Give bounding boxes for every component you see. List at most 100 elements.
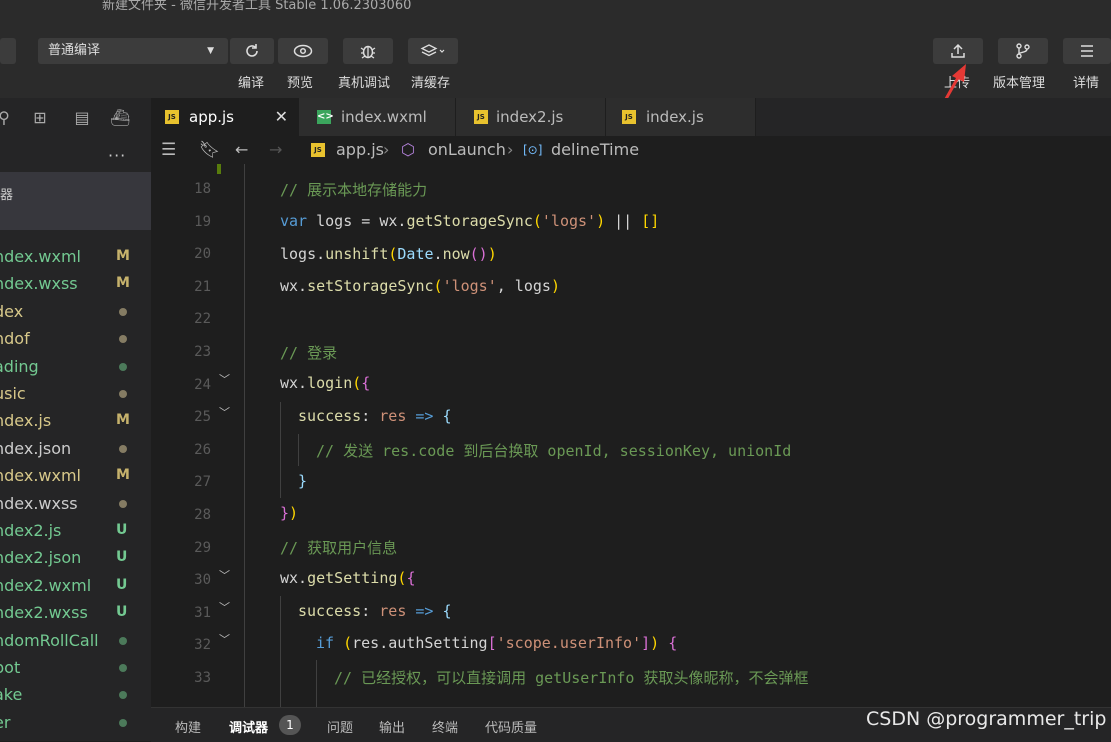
git-status-dot [119, 335, 127, 344]
file-tree-item[interactable]: ndex.wxss [0, 490, 151, 517]
forward-arrow-icon[interactable]: → [269, 136, 282, 164]
file-tree-item[interactable]: ndomRollCall [0, 627, 151, 654]
line-number: 31 [194, 604, 211, 621]
docker-icon[interactable]: ⛴ [110, 108, 130, 128]
clear-cache-button[interactable] [408, 38, 458, 64]
layers-icon [420, 44, 445, 57]
tab-issues[interactable]: 问题 [327, 717, 353, 736]
section-label: 器 [0, 188, 14, 203]
version-button[interactable] [998, 38, 1048, 64]
tab-build[interactable]: 构建 [175, 717, 201, 736]
git-status-badge: U [116, 549, 128, 566]
cube-icon: ⬡ [401, 140, 415, 159]
tab-debugger[interactable]: 调试器 [229, 717, 268, 736]
line-number: 33 [194, 670, 211, 686]
file-name: ndex.wxss [0, 493, 78, 513]
tab-terminal[interactable]: 终端 [432, 717, 458, 736]
file-tree-item[interactable]: ndex.json [0, 435, 151, 462]
refresh-icon [246, 44, 258, 57]
git-status-dot [119, 636, 127, 645]
indent-guide [280, 402, 281, 498]
git-status-badge: M [116, 412, 130, 429]
tab-index-js[interactable]: JS index.js [606, 98, 756, 136]
chevron-right-icon: › [383, 140, 390, 159]
file-tree-item[interactable]: ndex2.js U [0, 517, 151, 544]
file-tree-item[interactable]: ndex.js M [0, 407, 151, 434]
file-tree-item[interactable]: bot [0, 654, 151, 681]
fold-chevron-icon[interactable]: ﹀ [219, 567, 230, 583]
breadcrumb-file[interactable]: app.js [336, 136, 384, 164]
js-file-icon: JS [622, 110, 636, 124]
file-tree-item[interactable]: ndex2.json U [0, 544, 151, 571]
line-number: 28 [194, 507, 211, 523]
fold-chevron-icon[interactable]: ﹀ [219, 631, 230, 647]
save-icon[interactable]: ▤ [72, 108, 92, 128]
details-button[interactable] [1063, 38, 1111, 64]
line-number: 21 [194, 278, 211, 295]
file-name: ndex2.wxml [0, 575, 92, 595]
grid-icon[interactable]: ⊞ [30, 108, 50, 128]
upload-button[interactable] [933, 38, 983, 64]
js-file-icon: JS [165, 110, 179, 124]
eye-icon [293, 44, 313, 58]
git-status-dot [119, 664, 127, 672]
fold-chevron-icon[interactable]: ﹀ [219, 371, 230, 387]
real-debug-button[interactable] [343, 38, 393, 64]
search-icon[interactable]: ⚲ [0, 108, 14, 128]
git-status-dot [119, 390, 127, 398]
git-status-badge: M [116, 275, 130, 292]
tab-code-quality[interactable]: 代码质量 [485, 717, 537, 736]
file-name: ndex2.wxss [0, 603, 88, 623]
fold-chevron-icon[interactable]: ﹀ [219, 404, 230, 420]
tab-output[interactable]: 输出 [379, 717, 405, 736]
explorer-section-header[interactable]: 器 [0, 172, 151, 230]
code-editor[interactable]: 18 19 20 21 22 23 24 25 26 27 28 29 30 31 32 33 ﹀ ﹀ ﹀ ﹀… [151, 164, 1111, 707]
tab-app-js[interactable]: JS app.js ✕ [151, 98, 299, 136]
back-arrow-icon[interactable]: ← [235, 136, 248, 164]
git-status-badge: M [116, 248, 130, 264]
file-tree-item[interactable]: ndof [0, 325, 151, 352]
file-tree-item[interactable]: ndex.wxss M [0, 270, 151, 297]
fold-chevron-icon[interactable]: ﹀ [219, 599, 230, 615]
file-tree-item[interactable]: er [0, 709, 151, 736]
tab-label: index.wxml [341, 108, 427, 126]
file-tree-item[interactable]: ndex.wxml M [0, 243, 151, 270]
file-tree-item[interactable]: dex [0, 298, 151, 325]
git-status-dot [119, 718, 127, 727]
file-tree-item[interactable]: ndex.wxml M [0, 462, 151, 489]
code-line-20: logs.unshift(Date.now()) [280, 245, 497, 263]
menu-icon [1081, 45, 1093, 57]
bookmark-icon[interactable]: 🔖︎ [199, 136, 221, 164]
file-name: dex [0, 301, 24, 321]
file-tree-item[interactable]: ake [0, 681, 151, 708]
tab-label: index2.js [496, 108, 564, 126]
line-number: 29 [194, 539, 211, 556]
breadcrumb-method[interactable]: onLaunch [428, 136, 506, 164]
compile-mode-select[interactable]: 普通编译 ▼ [38, 38, 228, 64]
more-icon[interactable]: ··· [108, 146, 126, 165]
code-line-32: if (res.authSetting['scope.userInfo']) { [316, 634, 678, 652]
file-name: ake [0, 685, 23, 705]
list-icon[interactable]: ☰ [161, 136, 176, 164]
git-status-badge: M [116, 467, 130, 484]
simulator-toggle-button[interactable] [0, 38, 16, 64]
git-branch-icon [1016, 43, 1030, 59]
file-tree-item[interactable]: usic [0, 380, 151, 407]
breadcrumb-field[interactable]: delineTime [551, 136, 639, 164]
preview-button[interactable] [278, 38, 328, 64]
compile-button[interactable] [230, 38, 274, 64]
file-name: ndex.js [0, 411, 52, 431]
code-line-27: } [298, 472, 308, 490]
bug-icon [360, 45, 376, 59]
line-number: 23 [194, 344, 211, 360]
close-icon[interactable]: ✕ [275, 98, 288, 136]
tab-index2-js[interactable]: JS index2.js [456, 98, 606, 136]
file-explorer: ··· 器 ndex.wxml Mndex.wxss Mdex ndof ading us… [0, 138, 151, 741]
file-tree-item[interactable]: ndex2.wxml U [0, 572, 151, 599]
file-tree-item[interactable]: ading [0, 353, 151, 380]
tab-index-wxml[interactable]: <> index.wxml [299, 98, 456, 136]
watermark: CSDN @programmer_trip [866, 708, 1107, 730]
file-tree-item[interactable]: ndex2.wxss U [0, 599, 151, 626]
indent-guide [316, 660, 317, 707]
git-status-badge: U [116, 576, 128, 593]
